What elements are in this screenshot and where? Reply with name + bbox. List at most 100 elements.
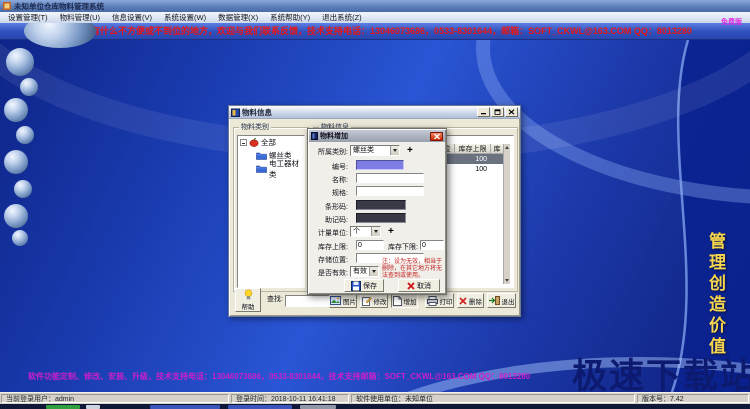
tree-expander-icon[interactable] (240, 139, 247, 146)
category-select[interactable]: 螺丝类 (350, 145, 400, 156)
tree-node-electrical[interactable]: 电工器材类 (254, 159, 304, 179)
name-field-label: 名称: (332, 177, 348, 184)
material-info-titlebar[interactable]: 物料信息 (229, 106, 520, 119)
maximize-icon (494, 109, 501, 115)
category-select-value: 螺丝类 (353, 147, 374, 154)
unit-select-value: 个 (353, 228, 360, 235)
spec-input[interactable] (356, 186, 424, 196)
barcode-field-label: 条形码: (325, 204, 348, 211)
delete-button-label: 删除 (469, 298, 482, 306)
cancel-button[interactable]: 取消 (398, 279, 440, 292)
menu-item-data-mgmt[interactable]: 数据管理(X) (212, 12, 264, 23)
bottom-marquee-text: 软件功能定制、修改、安装、升级，技术支持电话：13046073686，0533-… (28, 372, 531, 381)
search-label: 查找: (267, 296, 283, 303)
app-titlebar: 未知单位仓库物料管理系统 (0, 0, 750, 12)
print-button[interactable]: 打印 (425, 293, 454, 308)
exit-button-label: 退出 (501, 298, 515, 306)
taskbar-task[interactable] (228, 404, 292, 409)
minimize-icon (481, 113, 486, 115)
maximize-button[interactable] (491, 107, 504, 117)
stock-upper-input[interactable] (356, 240, 384, 250)
start-button-sliver[interactable] (46, 404, 80, 409)
close-button[interactable] (505, 107, 518, 117)
bubble-decor (20, 78, 38, 96)
add-unit-button[interactable]: + (388, 226, 394, 237)
new-page-icon (392, 295, 402, 306)
exit-button[interactable]: 退出 (487, 293, 516, 308)
printer-icon (426, 295, 438, 306)
taskbar-icon[interactable] (86, 404, 100, 409)
add-material-dialog: 物料增加 所属类别: 螺丝类 + 编号: 名称: 规格: 条形码: 助记码: 计… (307, 128, 447, 295)
picture-icon (330, 296, 341, 305)
code-input[interactable] (356, 160, 404, 170)
edit-icon (361, 296, 372, 306)
barcode-input[interactable] (356, 200, 406, 210)
scroll-down-icon[interactable] (505, 279, 509, 282)
folder-icon (256, 152, 267, 160)
mnemonic-field-label: 助记码: (325, 217, 348, 224)
dialog-close-button[interactable] (430, 131, 443, 141)
spec-field-label: 规格: (332, 190, 348, 197)
delete-button[interactable]: 删除 (457, 293, 484, 308)
category-group-label: 物料类别 (239, 123, 271, 132)
delete-x-icon (459, 296, 467, 305)
application-window: 未知单位仓库物料管理系统 设置管理(T) 物料管理(U) 信息设置(V) 系统设… (0, 0, 750, 409)
table-header-upper[interactable]: 库存上限 (455, 144, 491, 154)
taskbar-task[interactable] (150, 404, 220, 409)
menu-item-help[interactable]: 系统帮助(Y) (264, 12, 316, 23)
tree-node-label: 全部 (261, 138, 276, 147)
add-material-titlebar[interactable]: 物料增加 (309, 130, 445, 142)
category-group: 物料类别 全部 螺丝类 电工器材类 (233, 123, 309, 292)
tree-node-all[interactable]: 全部 (238, 136, 304, 149)
exit-door-icon (488, 296, 500, 305)
taskbar-task[interactable] (300, 404, 336, 409)
table-header-partial[interactable]: 库 (491, 144, 503, 154)
bulb-icon (244, 289, 252, 300)
modify-button[interactable]: 修改 (360, 293, 388, 308)
bubble-decor (6, 48, 34, 76)
menu-item-system-settings[interactable]: 系统设置(W) (158, 12, 212, 23)
unit-select[interactable]: 个 (350, 226, 381, 237)
cancel-button-label: 取消 (417, 282, 431, 290)
location-field-label: 存储位置: (318, 257, 348, 264)
bubble-decor (16, 126, 34, 144)
bubble-decor (4, 98, 28, 122)
add-button[interactable]: 增加 (391, 293, 418, 308)
cell-upper: 100 (475, 155, 487, 163)
valid-select-value: 有效 (353, 268, 367, 275)
menu-item-info-settings[interactable]: 信息设置(V) (106, 12, 158, 23)
apple-icon (249, 138, 259, 147)
chevron-down-icon[interactable] (369, 267, 378, 276)
valid-select[interactable]: 有效 (350, 266, 379, 277)
table-vertical-scrollbar[interactable] (503, 144, 510, 284)
code-field-label: 编号: (332, 164, 348, 171)
valid-field-label: 是否有效: (318, 270, 348, 277)
menu-item-exit[interactable]: 退出系统(Z) (316, 12, 368, 23)
picture-button[interactable]: 图片 (329, 293, 357, 308)
name-input[interactable] (356, 173, 424, 183)
chevron-down-icon[interactable] (371, 227, 380, 236)
menu-bar: 设置管理(T) 物料管理(U) 信息设置(V) 系统设置(W) 数据管理(X) … (0, 12, 750, 23)
material-info-window-title: 物料信息 (242, 107, 272, 117)
add-material-dialog-title: 物料增加 (320, 133, 348, 140)
add-category-button[interactable]: + (407, 145, 413, 156)
status-company: 软件使用单位：未知单位 (351, 394, 635, 403)
top-marquee-band: 如果使用中有什么不方便或不到位的地方，欢迎与我们联系反馈，技术支持电话：1304… (0, 23, 750, 40)
chevron-down-icon[interactable] (390, 146, 399, 155)
save-button[interactable]: 保存 (344, 279, 384, 292)
bubble-decor (4, 204, 28, 228)
minimize-button[interactable] (477, 107, 490, 117)
cancel-x-icon (407, 281, 415, 290)
mnemonic-input[interactable] (356, 213, 406, 223)
edition-badge: 免费版 (721, 19, 742, 26)
bubble-decor (14, 180, 32, 198)
invalid-note-text: 注：设为无效，相当于删除，在其它地方将无法查到或使用。 (382, 259, 443, 279)
menu-item-material-mgmt[interactable]: 物料管理(U) (54, 12, 106, 23)
taskbar-sliver (0, 404, 750, 409)
status-version: 版本号：7.42 (637, 394, 749, 403)
stock-lower-input[interactable] (420, 240, 444, 250)
help-button[interactable]: 帮助 (235, 288, 261, 312)
scroll-up-icon[interactable] (505, 146, 509, 149)
tree-node-label: 电工器材类 (269, 158, 299, 179)
menu-item-settings-mgmt[interactable]: 设置管理(T) (2, 12, 54, 23)
